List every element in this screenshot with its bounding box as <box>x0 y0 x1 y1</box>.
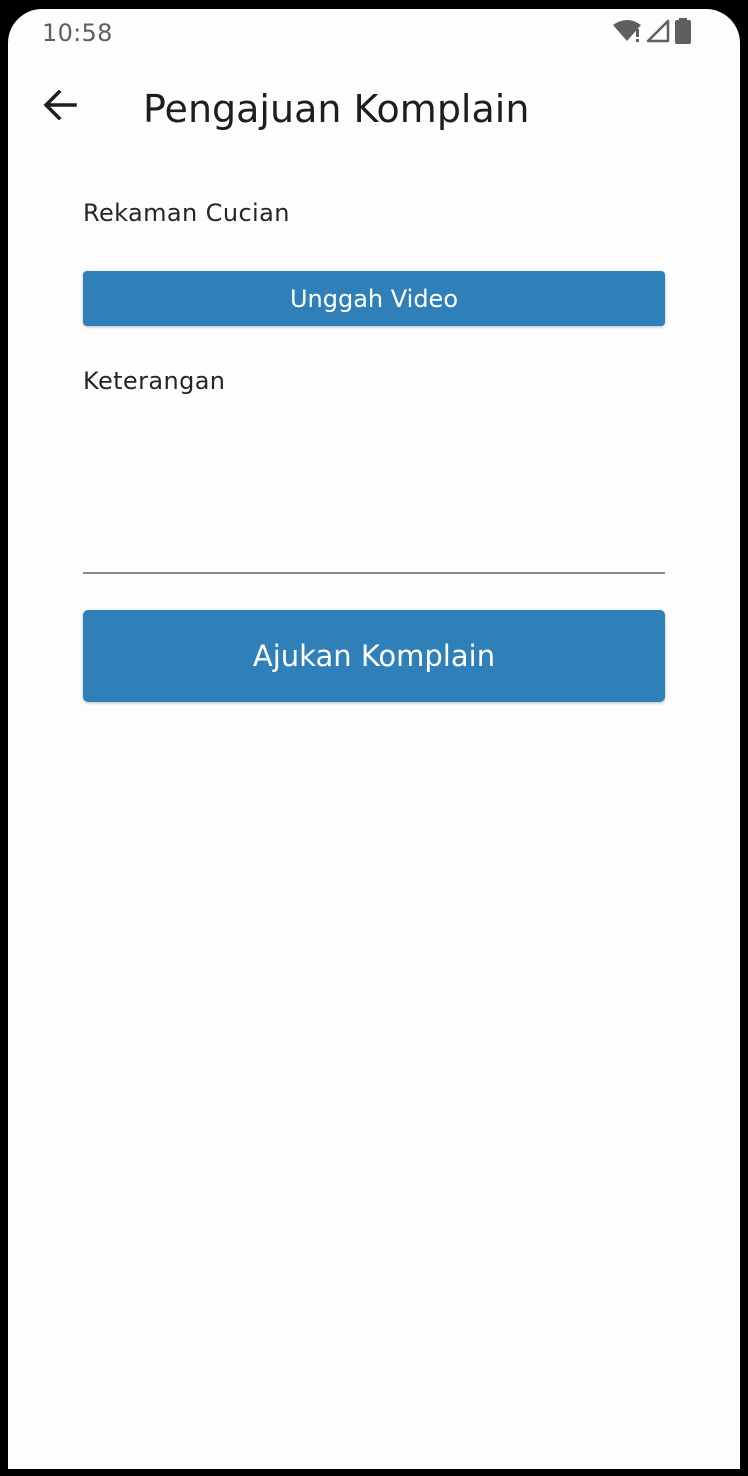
app-bar: Pengajuan Komplain <box>8 59 740 155</box>
arrow-back-icon <box>43 89 77 124</box>
video-label: Rekaman Cucian <box>83 199 290 227</box>
status-time: 10:58 <box>42 19 113 47</box>
wifi-icon <box>612 19 642 47</box>
back-button[interactable] <box>36 83 84 131</box>
description-label: Keterangan <box>83 367 226 395</box>
status-icons <box>612 18 692 48</box>
upload-video-button[interactable]: Unggah Video <box>83 271 665 326</box>
submit-complaint-button[interactable]: Ajukan Komplain <box>83 610 665 702</box>
description-field[interactable] <box>83 409 665 574</box>
status-bar: 10:58 <box>8 9 740 59</box>
battery-icon <box>674 18 692 48</box>
signal-icon <box>646 19 670 47</box>
page-title: Pengajuan Komplain <box>143 87 530 131</box>
phone-screen: 10:58 Pengajuan Komplain Rekaman Cucian … <box>8 9 740 1469</box>
